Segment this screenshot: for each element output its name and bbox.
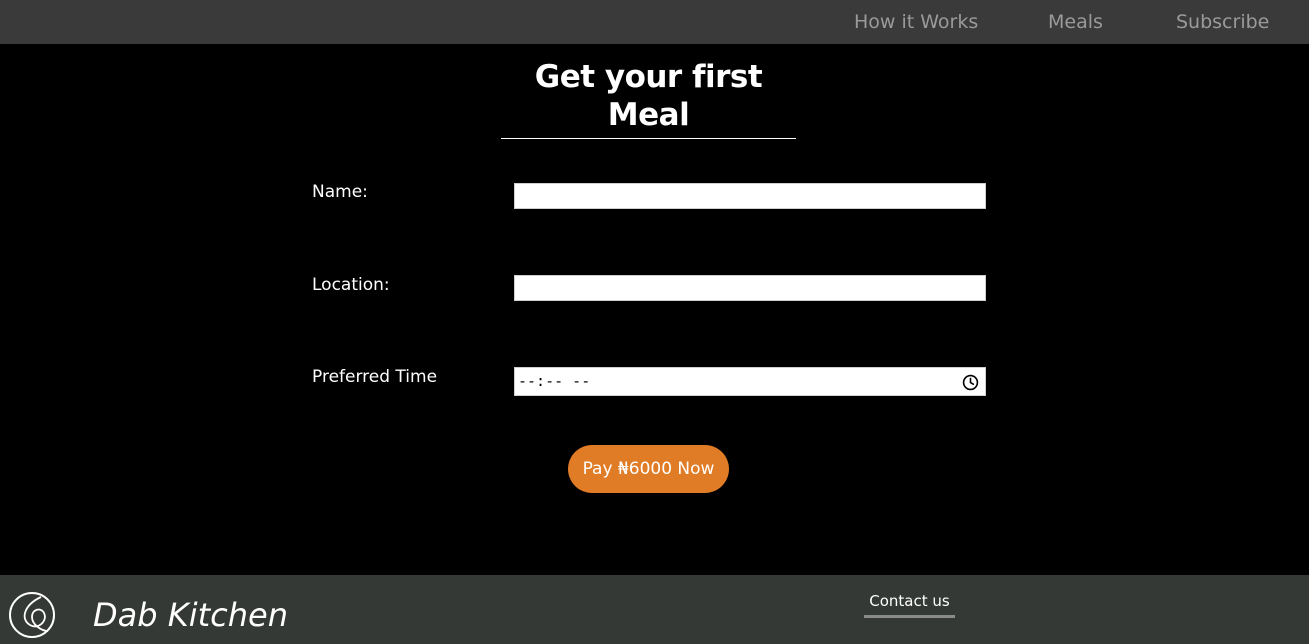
contact-us-link[interactable]: Contact us <box>864 591 955 618</box>
nav-link-meals[interactable]: Meals <box>1048 10 1103 34</box>
page-title: Get your first Meal <box>501 58 796 139</box>
brand-name: Dab Kitchen <box>93 596 288 634</box>
top-nav-bar: How it Works Meals Subscribe <box>0 0 1309 44</box>
preferred-time-input[interactable]: --:-- -- <box>514 367 986 396</box>
time-value-text: --:-- -- <box>518 372 591 390</box>
preferred-time-label: Preferred Time <box>312 367 438 387</box>
dab-kitchen-logo-icon <box>9 592 55 638</box>
name-label: Name: <box>312 182 368 202</box>
nav-link-how-it-works[interactable]: How it Works <box>854 10 978 34</box>
nav-link-subscribe[interactable]: Subscribe <box>1176 10 1269 34</box>
name-input[interactable] <box>514 183 986 209</box>
location-input[interactable] <box>514 275 986 301</box>
footer: Dab Kitchen Contact us <box>0 575 1309 644</box>
clock-icon[interactable] <box>962 374 979 391</box>
location-label: Location: <box>312 275 390 295</box>
pay-button[interactable]: Pay ₦6000 Now <box>568 445 729 493</box>
